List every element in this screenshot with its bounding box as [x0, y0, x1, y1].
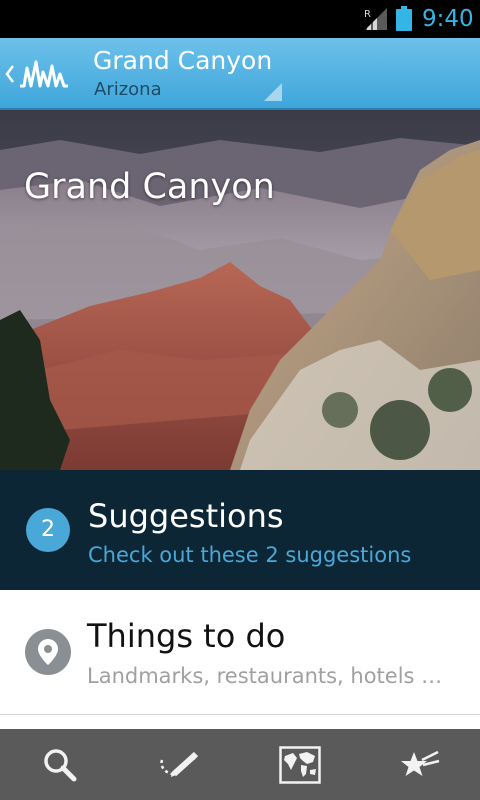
things-to-do-row[interactable]: Things to do Landmarks, restaurants, hot… [0, 590, 480, 715]
action-bar-subtitle[interactable]: Arizona [94, 79, 162, 101]
favorites-star-icon [401, 750, 440, 776]
location-pin-icon [25, 629, 71, 675]
search-icon [44, 748, 77, 781]
battery-icon [396, 6, 412, 31]
clock: 9:40 [422, 6, 474, 32]
action-bar: Grand Canyon Arizona [0, 38, 480, 110]
suggestions-subtitle: Check out these 2 suggestions [88, 543, 412, 567]
app-logo-icon[interactable] [18, 52, 70, 96]
things-to-do-subtitle: Landmarks, restaurants, hotels … [87, 664, 443, 688]
canyon-photo [0, 110, 480, 470]
world-map-icon [279, 745, 321, 784]
suggestions-count-badge: 2 [26, 508, 70, 552]
search-button[interactable] [0, 729, 120, 800]
things-to-do-title: Things to do [87, 617, 286, 655]
bottom-navigation [0, 729, 480, 800]
status-bar: R 9:40 [0, 0, 480, 38]
spinner-dropdown-icon[interactable] [262, 83, 282, 101]
next-row-peek [0, 715, 480, 729]
suggestions-row[interactable]: 2 Suggestions Check out these 2 suggesti… [0, 470, 480, 590]
favorites-button[interactable] [360, 729, 480, 800]
hero-image: Grand Canyon [0, 110, 480, 470]
up-navigation-icon[interactable] [4, 62, 16, 86]
action-bar-title[interactable]: Grand Canyon [93, 46, 272, 76]
edit-trip-button[interactable] [120, 729, 240, 800]
map-button[interactable] [240, 729, 360, 800]
suggestions-title: Suggestions [88, 497, 284, 535]
signal-icon: R [364, 8, 387, 30]
hero-title: Grand Canyon [24, 167, 275, 207]
roaming-indicator: R [364, 9, 371, 20]
edit-trip-icon [160, 751, 199, 777]
